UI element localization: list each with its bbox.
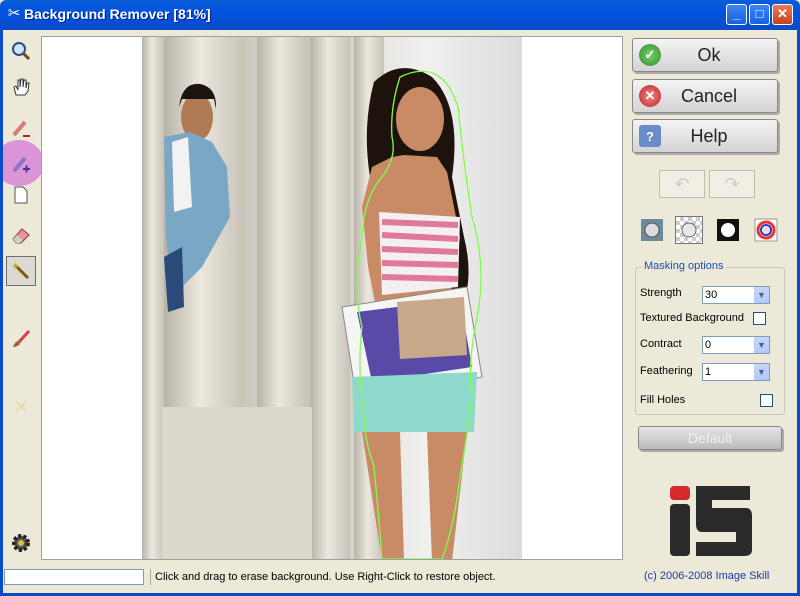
check-icon: ✓ — [639, 44, 661, 66]
mask-view-button[interactable] — [714, 216, 742, 244]
pencil-remove-tool[interactable] — [6, 114, 36, 144]
transparent-view-icon — [681, 222, 697, 238]
feathering-label: Feathering — [640, 365, 693, 377]
redo-button[interactable]: ↷ — [709, 170, 755, 198]
mask-view-icon — [717, 219, 739, 241]
magic-wand-tool[interactable]: ✦ — [6, 256, 36, 286]
contract-select[interactable]: 0 ▼ — [702, 336, 770, 354]
transparent-view-button[interactable] — [675, 216, 703, 244]
gear-icon — [12, 534, 30, 552]
ok-label: Ok — [697, 44, 721, 65]
undo-button[interactable]: ↶ — [659, 170, 705, 198]
strength-value: 30 — [705, 289, 718, 301]
feathering-value: 1 — [705, 366, 712, 378]
zoom-tool[interactable] — [6, 36, 36, 66]
brush-tool[interactable] — [6, 324, 36, 354]
eraser-icon — [12, 228, 30, 244]
hand-icon — [13, 78, 30, 96]
options-panel: ✓ Ok ✕ Cancel ? Help ↶ ↷ Masking options… — [628, 36, 788, 596]
strength-select[interactable]: 30 ▼ — [702, 286, 770, 304]
image-canvas[interactable] — [41, 36, 623, 560]
subject-illustration — [162, 68, 483, 559]
page-icon — [14, 186, 28, 204]
svg-text:✦: ✦ — [11, 261, 20, 273]
cancel-icon: ✕ — [639, 85, 661, 107]
masking-options-group: Masking options Strength 30 ▼ Textured B… — [635, 260, 785, 415]
progress-field — [4, 569, 144, 585]
help-label: Help — [690, 125, 728, 146]
minimize-button[interactable]: _ — [726, 4, 747, 25]
cancel-button[interactable]: ✕ Cancel — [632, 79, 778, 113]
masking-options-title: Masking options — [642, 260, 726, 272]
feathering-select[interactable]: 1 ▼ — [702, 363, 770, 381]
title-bar: ✂ Background Remover [81%] _ □ ✕ — [0, 0, 800, 30]
eraser-tool[interactable] — [6, 220, 36, 250]
magic-wand-icon: ✦ — [11, 261, 30, 280]
strength-label: Strength — [640, 287, 682, 299]
tool-palette: ✦ ✕ — [0, 32, 44, 562]
page-tool[interactable] — [6, 180, 36, 210]
window-title: Background Remover [81%] — [24, 6, 211, 22]
chevron-down-icon[interactable]: ▼ — [753, 364, 769, 380]
textured-background-checkbox[interactable] — [753, 312, 766, 325]
photo-layer — [142, 37, 522, 559]
pencil-minus-icon — [12, 120, 30, 137]
help-button[interactable]: ? Help — [632, 119, 778, 153]
scissors-icon: ✂ — [7, 5, 21, 22]
color-view-button[interactable] — [752, 216, 780, 244]
close-button[interactable]: ✕ — [772, 4, 793, 25]
pan-tool[interactable] — [6, 72, 36, 102]
clear-tool[interactable]: ✕ — [6, 392, 36, 422]
pencil-plus-icon — [12, 156, 30, 173]
maximize-button[interactable]: □ — [749, 4, 770, 25]
contract-value: 0 — [705, 339, 712, 351]
status-bar: Click and drag to erase background. Use … — [4, 566, 622, 588]
original-view-icon — [641, 219, 663, 241]
fill-holes-checkbox[interactable] — [760, 394, 773, 407]
chevron-down-icon[interactable]: ▼ — [753, 337, 769, 353]
status-message: Click and drag to erase background. Use … — [150, 569, 625, 585]
help-book-icon: ? — [639, 125, 661, 147]
default-button[interactable]: Default — [638, 426, 782, 450]
x-icon: ✕ — [13, 396, 29, 417]
pencil-add-tool[interactable] — [0, 140, 44, 186]
contract-label: Contract — [640, 338, 682, 350]
ok-button[interactable]: ✓ Ok — [632, 38, 778, 72]
fill-holes-label: Fill Holes — [640, 394, 686, 406]
chevron-down-icon[interactable]: ▼ — [753, 287, 769, 303]
original-view-button[interactable] — [638, 216, 666, 244]
magnifier-icon — [12, 42, 31, 61]
image-skill-logo — [670, 486, 752, 556]
cancel-label: Cancel — [680, 85, 738, 106]
color-view-icon — [754, 218, 778, 242]
brush-icon — [13, 329, 31, 347]
copyright-text: (c) 2006-2008 Image Skill — [644, 570, 770, 582]
textured-background-label: Textured Background — [640, 312, 744, 324]
settings-tool[interactable] — [6, 528, 36, 558]
